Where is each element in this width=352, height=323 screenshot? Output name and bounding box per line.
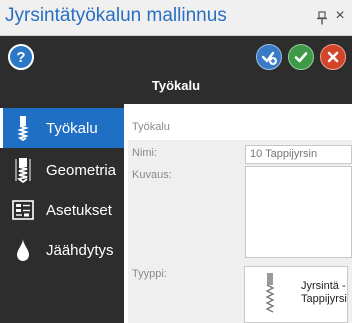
sidebar-item-label: Geometria — [46, 161, 117, 179]
geometry-icon — [10, 157, 36, 183]
description-field[interactable] — [245, 166, 352, 258]
window-title: Jyrsintätyökalun mallinnus — [5, 5, 227, 26]
close-icon[interactable]: × — [333, 8, 347, 24]
sidebar-item-tool[interactable]: Työkalu — [0, 108, 124, 148]
tool-type-line-2: Tappijyrsi — [301, 293, 347, 305]
ok-button[interactable] — [288, 44, 314, 70]
help-icon: ? — [16, 48, 26, 66]
panel-header: ? Työkalu — [0, 36, 352, 104]
description-label: Kuvaus: — [132, 169, 172, 181]
sidebar-item-label: Jäähdytys — [46, 241, 114, 259]
cancel-button[interactable] — [320, 44, 346, 70]
sidebar-item-label: Asetukset — [46, 201, 112, 219]
section-title: Työkalu — [151, 78, 201, 93]
check-icon — [294, 52, 308, 63]
sidebar-item-settings[interactable]: Asetukset — [0, 190, 124, 230]
sidebar: Työkalu Geometria Asetukset Jäähdytys — [0, 104, 124, 323]
save-and-new-button[interactable] — [256, 44, 282, 70]
save-add-icon — [261, 51, 277, 65]
coolant-drop-icon — [10, 237, 36, 263]
form-panel: Työkalu Nimi: 10 Tappijyrsin Kuvaus: Tyy… — [124, 104, 352, 323]
end-mill-icon — [265, 273, 275, 313]
sidebar-item-coolant[interactable]: Jäähdytys — [0, 230, 124, 270]
window-titlebar: Jyrsintätyökalun mallinnus × — [0, 0, 352, 36]
tool-icon — [10, 115, 36, 141]
tool-type-selector[interactable]: Jyrsintä - Tappijyrsi — [244, 266, 348, 323]
group-label: Työkalu — [132, 121, 170, 133]
name-label: Nimi: — [132, 147, 158, 159]
help-button[interactable]: ? — [8, 44, 34, 70]
name-field[interactable]: 10 Tappijyrsin — [245, 145, 352, 164]
type-label: Tyyppi: — [132, 268, 167, 280]
x-icon — [327, 51, 339, 63]
tool-type-value: Jyrsintä - Tappijyrsi — [301, 280, 347, 306]
sidebar-item-label: Työkalu — [46, 119, 98, 137]
pin-icon[interactable] — [316, 11, 328, 25]
sidebar-item-geometry[interactable]: Geometria — [0, 150, 124, 190]
tool-type-line-1: Jyrsintä - — [301, 280, 346, 292]
settings-icon — [10, 197, 36, 223]
